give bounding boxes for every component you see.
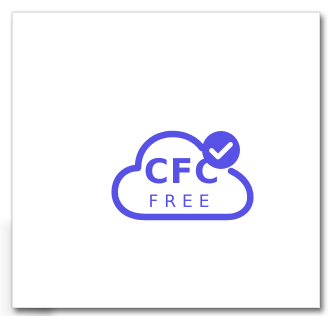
logo-subtitle-free: FREE — [148, 192, 215, 212]
logo-title-cfc: CFC — [144, 152, 220, 192]
image-card: CFC FREE — [12, 12, 320, 308]
screenshot-canvas: CFC FREE — [0, 0, 328, 316]
cloud-icon: CFC FREE — [111, 130, 254, 221]
cfc-free-logo: CFC FREE — [107, 113, 257, 243]
